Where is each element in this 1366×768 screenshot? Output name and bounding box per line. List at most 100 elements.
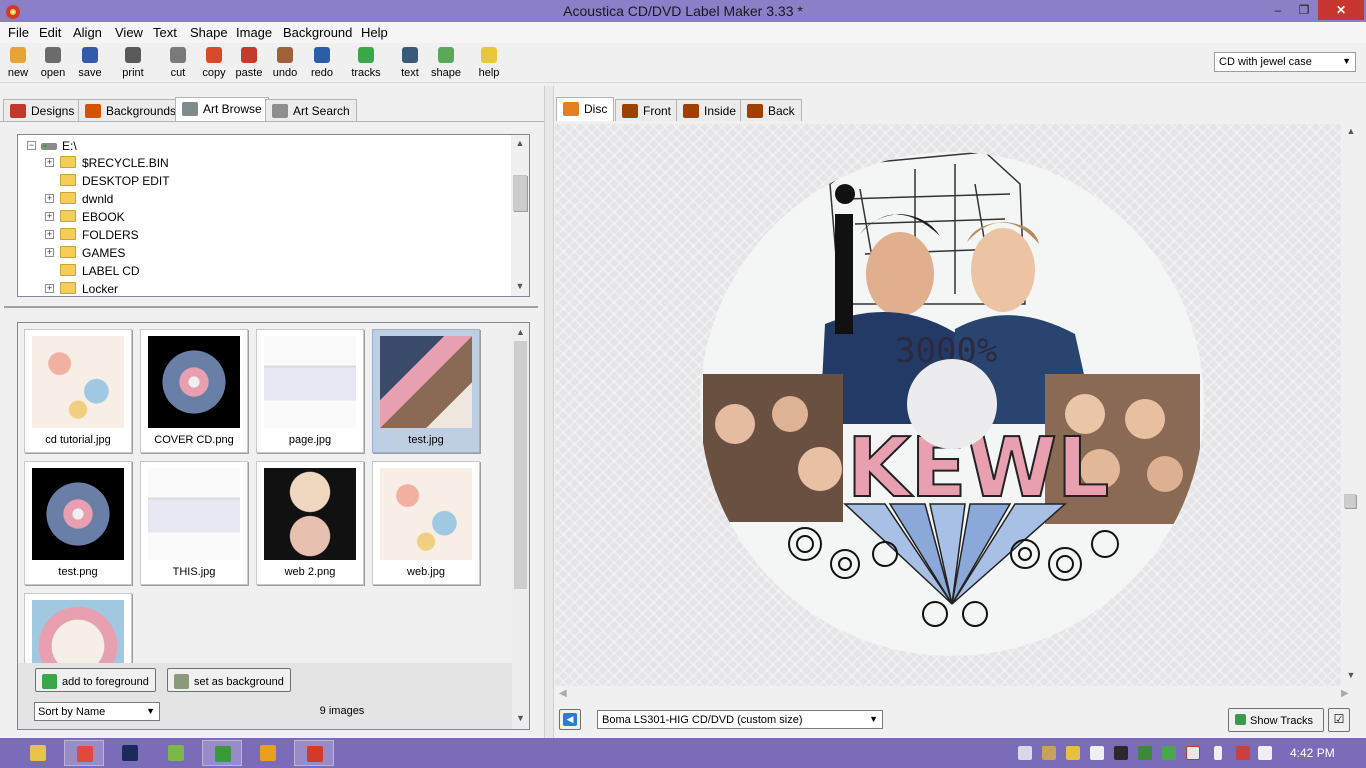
vertical-splitter[interactable] (544, 86, 554, 738)
collapse-icon[interactable]: − (27, 141, 36, 150)
thumbnail-item[interactable]: test.png (24, 461, 132, 585)
thumbnail-item[interactable]: web 2.png (256, 461, 364, 585)
tab-disc[interactable]: Disc (556, 97, 615, 121)
shape-button[interactable]: shape (428, 46, 464, 79)
open-button[interactable]: open (35, 46, 71, 79)
previous-button[interactable]: ◀ (559, 709, 581, 730)
scroll-down-icon[interactable]: ▼ (511, 281, 529, 291)
tree-item[interactable]: DESKTOP EDIT (18, 172, 418, 190)
tab-art-search[interactable]: Art Search (265, 99, 357, 121)
scroll-up-icon[interactable]: ▲ (1341, 126, 1361, 136)
tray-grid-icon[interactable] (1090, 746, 1104, 760)
tree-item[interactable]: + dwnld (18, 190, 418, 208)
taskbar-app[interactable] (248, 740, 288, 766)
thumbs-scrollbar[interactable]: ▲ ▼ (512, 323, 529, 729)
scroll-down-icon[interactable]: ▼ (1341, 670, 1361, 680)
menu-file[interactable]: File (8, 25, 29, 40)
minimize-button[interactable]: – (1264, 0, 1292, 20)
menu-edit[interactable]: Edit (39, 25, 61, 40)
help-button[interactable]: help (471, 46, 507, 79)
tree-item[interactable]: + Locker (18, 280, 418, 296)
show-tracks-button[interactable]: Show Tracks (1228, 708, 1324, 732)
thumbnail-item[interactable]: test.jpg (372, 329, 480, 453)
close-button[interactable]: ✕ (1318, 0, 1364, 20)
menu-align[interactable]: Align (73, 25, 102, 40)
tab-inside[interactable]: Inside (676, 99, 744, 121)
scroll-thumb[interactable] (514, 341, 527, 589)
tracks-button[interactable]: tracks (348, 46, 384, 79)
print-button[interactable]: print (115, 46, 151, 79)
expand-icon[interactable]: + (45, 230, 54, 239)
taskbar-app[interactable] (156, 740, 196, 766)
disc-artwork[interactable]: KEWL 3000% (555, 124, 1341, 686)
tray-app-icon[interactable] (1138, 746, 1152, 760)
tab-back[interactable]: Back (740, 99, 802, 121)
expand-icon[interactable]: + (45, 248, 54, 257)
scroll-up-icon[interactable]: ▲ (511, 138, 529, 148)
scroll-left-icon[interactable]: ◀ (559, 688, 567, 699)
volume-icon[interactable] (1258, 746, 1272, 760)
canvas-horizontal-scrollbar[interactable]: ◀ ▶ (555, 686, 1361, 704)
tray-app-icon[interactable] (1162, 746, 1176, 760)
tray-app-icon[interactable] (1066, 746, 1080, 760)
taskbar-app[interactable] (18, 740, 58, 766)
canvas-vertical-scrollbar[interactable]: ▲ ▼ (1341, 124, 1361, 686)
scroll-down-icon[interactable]: ▼ (512, 713, 529, 723)
thumbnail-item[interactable]: THIS.jpg (140, 461, 248, 585)
redo-button[interactable]: redo (304, 46, 340, 79)
set-as-background-button[interactable]: set as background (167, 668, 291, 692)
taskbar-app[interactable] (110, 740, 150, 766)
menu-text[interactable]: Text (153, 25, 177, 40)
tree-item[interactable]: + $RECYCLE.BIN (18, 154, 418, 172)
tree-item[interactable]: + EBOOK (18, 208, 418, 226)
folder-tree[interactable]: − E:\ + $RECYCLE.BIN DESKTOP EDIT + dwnld … (17, 134, 530, 297)
tray-flag-icon[interactable] (1186, 746, 1200, 760)
new-button[interactable]: new (0, 46, 36, 79)
text-button[interactable]: text (392, 46, 428, 79)
taskbar-app[interactable] (202, 740, 242, 766)
expand-icon[interactable]: + (45, 284, 54, 293)
case-type-select[interactable]: CD with jewel case ▼ (1214, 52, 1356, 72)
tray-app-icon[interactable] (1114, 746, 1128, 760)
tree-item[interactable]: + GAMES (18, 244, 418, 262)
tree-scrollbar[interactable]: ▲ ▼ (511, 135, 529, 296)
tab-designs[interactable]: Designs (3, 99, 82, 121)
panel-splitter[interactable] (4, 306, 538, 308)
undo-button[interactable]: undo (267, 46, 303, 79)
expand-icon[interactable]: + (45, 158, 54, 167)
thumbnail-item[interactable]: cd tutorial.jpg (24, 329, 132, 453)
menu-view[interactable]: View (115, 25, 143, 40)
scroll-thumb[interactable] (513, 175, 527, 211)
expand-icon[interactable]: + (45, 212, 54, 221)
tab-backgrounds[interactable]: Backgrounds (78, 99, 184, 121)
disc-canvas[interactable]: KEWL 3000% (555, 124, 1341, 686)
tray-app-icon[interactable] (1042, 746, 1056, 760)
save-button[interactable]: save (72, 46, 108, 79)
copy-button[interactable]: copy (196, 46, 232, 79)
tab-art-browse[interactable]: Art Browse (175, 97, 269, 121)
expand-icon[interactable]: + (45, 194, 54, 203)
scroll-up-icon[interactable]: ▲ (512, 327, 529, 337)
menu-help[interactable]: Help (361, 25, 388, 40)
add-to-foreground-button[interactable]: add to foreground (35, 668, 156, 692)
clock[interactable]: 4:42 PM (1290, 746, 1335, 760)
menu-image[interactable]: Image (236, 25, 272, 40)
thumbnail-item[interactable]: web.jpg (372, 461, 480, 585)
battery-icon[interactable] (1214, 746, 1222, 760)
scroll-thumb[interactable] (1344, 494, 1356, 508)
paste-button[interactable]: paste (231, 46, 267, 79)
sort-select[interactable]: Sort by Name ▼ (34, 702, 160, 721)
taskbar-app[interactable] (294, 740, 334, 766)
thumbnail-item[interactable]: page.jpg (256, 329, 364, 453)
menu-background[interactable]: Background (283, 25, 352, 40)
tray-window-icon[interactable] (1018, 746, 1032, 760)
taskbar-app[interactable] (64, 740, 104, 766)
tree-item[interactable]: LABEL CD (18, 262, 418, 280)
label-type-select[interactable]: Boma LS301-HIG CD/DVD (custom size) ▼ (597, 710, 883, 729)
thumbnail-item[interactable]: COVER CD.png (140, 329, 248, 453)
tab-front[interactable]: Front (615, 99, 679, 121)
network-icon[interactable] (1236, 746, 1250, 760)
menu-shape[interactable]: Shape (190, 25, 228, 40)
cut-button[interactable]: cut (160, 46, 196, 79)
scroll-right-icon[interactable]: ▶ (1341, 688, 1349, 699)
